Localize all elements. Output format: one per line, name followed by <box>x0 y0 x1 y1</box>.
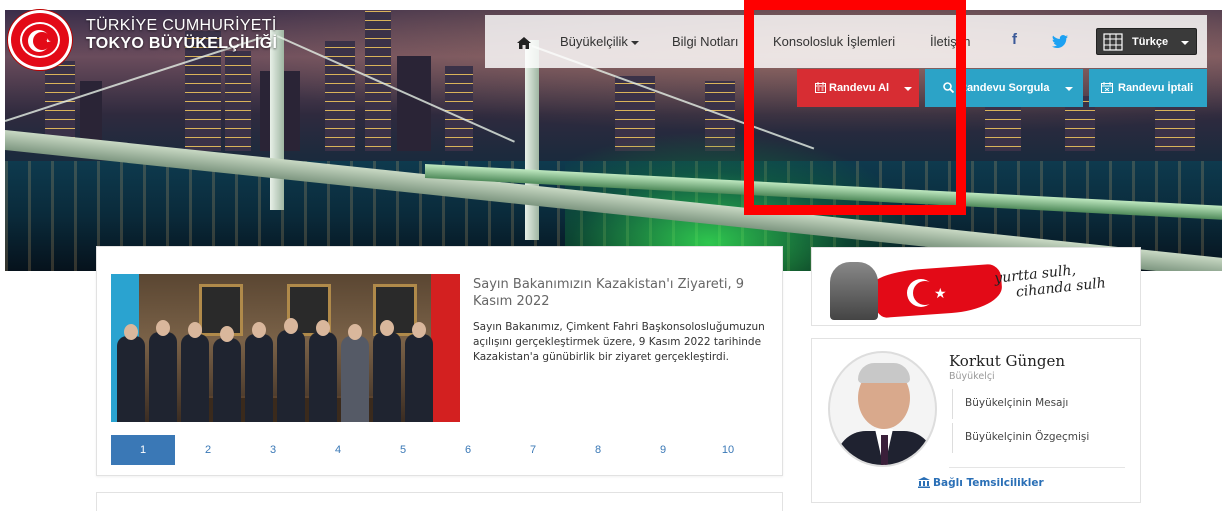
pager-page-5[interactable]: 5 <box>371 435 435 465</box>
language-selector[interactable]: Türkçe <box>1096 28 1197 55</box>
ambassador-cv-label: Büyükelçinin Özgeçmişi <box>965 431 1090 443</box>
institution-icon <box>918 477 930 491</box>
pager-page-6[interactable]: 6 <box>436 435 500 465</box>
page: TÜRKİYE CUMHURİYETİ TOKYO BÜYÜKELÇİLİĞİ … <box>0 0 1222 511</box>
ambassador-name: Korkut Güngen <box>949 352 1065 370</box>
home-icon[interactable] <box>517 34 531 53</box>
ataturk-peace-banner[interactable]: ★ yurtta sulh, cihanda sulh <box>811 247 1141 326</box>
news-summary: Sayın Bakanımız, Çimkent Fahri Başkonsol… <box>473 321 765 363</box>
pager-page-8[interactable]: 8 <box>566 435 630 465</box>
nav-item-label: Bilgi Notları <box>672 34 739 49</box>
brand-line-2: TOKYO BÜYÜKELÇİLİĞİ <box>86 35 278 52</box>
banner-quote: yurtta sulh, cihanda sulh <box>994 259 1107 302</box>
query-appointment-label: Randevu Sorgula <box>959 82 1050 94</box>
carousel-pager: 1 2 3 4 5 6 7 8 9 10 <box>111 435 760 465</box>
ambassador-photo[interactable] <box>828 351 937 467</box>
pager-page-1[interactable]: 1 <box>111 435 175 465</box>
language-label: Türkçe <box>1132 36 1169 48</box>
news-photo[interactable] <box>111 274 460 422</box>
calendar-cancel-icon <box>1101 82 1113 96</box>
cancel-appointment-label: Randevu İptali <box>1118 82 1194 94</box>
chevron-down-icon <box>630 40 639 45</box>
nav-item-label: Büyükelçilik <box>560 34 628 49</box>
twitter-icon[interactable] <box>1052 33 1068 52</box>
ambassador-role: Büyükelçi <box>949 371 995 382</box>
turkish-crescent-star-seal-icon[interactable] <box>8 10 74 70</box>
pager-page-10[interactable]: 10 <box>696 435 760 465</box>
highlight-annotation-box <box>744 0 966 215</box>
pager-page-3[interactable]: 3 <box>241 435 305 465</box>
ambassador-cv-link[interactable]: Büyükelçinin Özgeçmişi <box>952 423 1122 453</box>
ataturk-portrait-image <box>830 262 878 320</box>
chevron-down-icon <box>1065 87 1073 91</box>
divider <box>949 467 1125 468</box>
news-carousel: Sayın Bakanımızın Kazakistan'ı Ziyareti,… <box>96 246 783 476</box>
nav-item-bilgi-notlari[interactable]: Bilgi Notları <box>672 34 738 49</box>
news-title[interactable]: Sayın Bakanımızın Kazakistan'ı Ziyareti,… <box>473 276 763 310</box>
pager-page-9[interactable]: 9 <box>631 435 695 465</box>
pager-page-4[interactable]: 4 <box>306 435 370 465</box>
brand-line-1: TÜRKİYE CUMHURİYETİ <box>86 17 277 34</box>
ambassador-message-link[interactable]: Büyükelçinin Mesajı <box>952 389 1122 419</box>
next-content-card <box>96 492 783 511</box>
site-brand[interactable]: TÜRKİYE CUMHURİYETİ TOKYO BÜYÜKELÇİLİĞİ <box>86 17 277 53</box>
pager-page-2[interactable]: 2 <box>176 435 240 465</box>
pager-page-7[interactable]: 7 <box>501 435 565 465</box>
ambassador-card: Korkut Güngen Büyükelçi Büyükelçinin Mes… <box>811 338 1141 503</box>
globe-icon <box>1103 33 1123 54</box>
nav-item-buyukelcilik[interactable]: Büyükelçilik <box>560 34 639 49</box>
cancel-appointment-button[interactable]: Randevu İptali <box>1089 69 1207 107</box>
affiliated-missions-link[interactable]: Bağlı Temsilcilikler <box>918 477 1044 491</box>
ambassador-message-label: Büyükelçinin Mesajı <box>965 397 1069 409</box>
affiliated-missions-label: Bağlı Temsilcilikler <box>933 477 1044 489</box>
facebook-icon[interactable]: f <box>1012 31 1017 48</box>
chevron-down-icon <box>1181 41 1189 45</box>
